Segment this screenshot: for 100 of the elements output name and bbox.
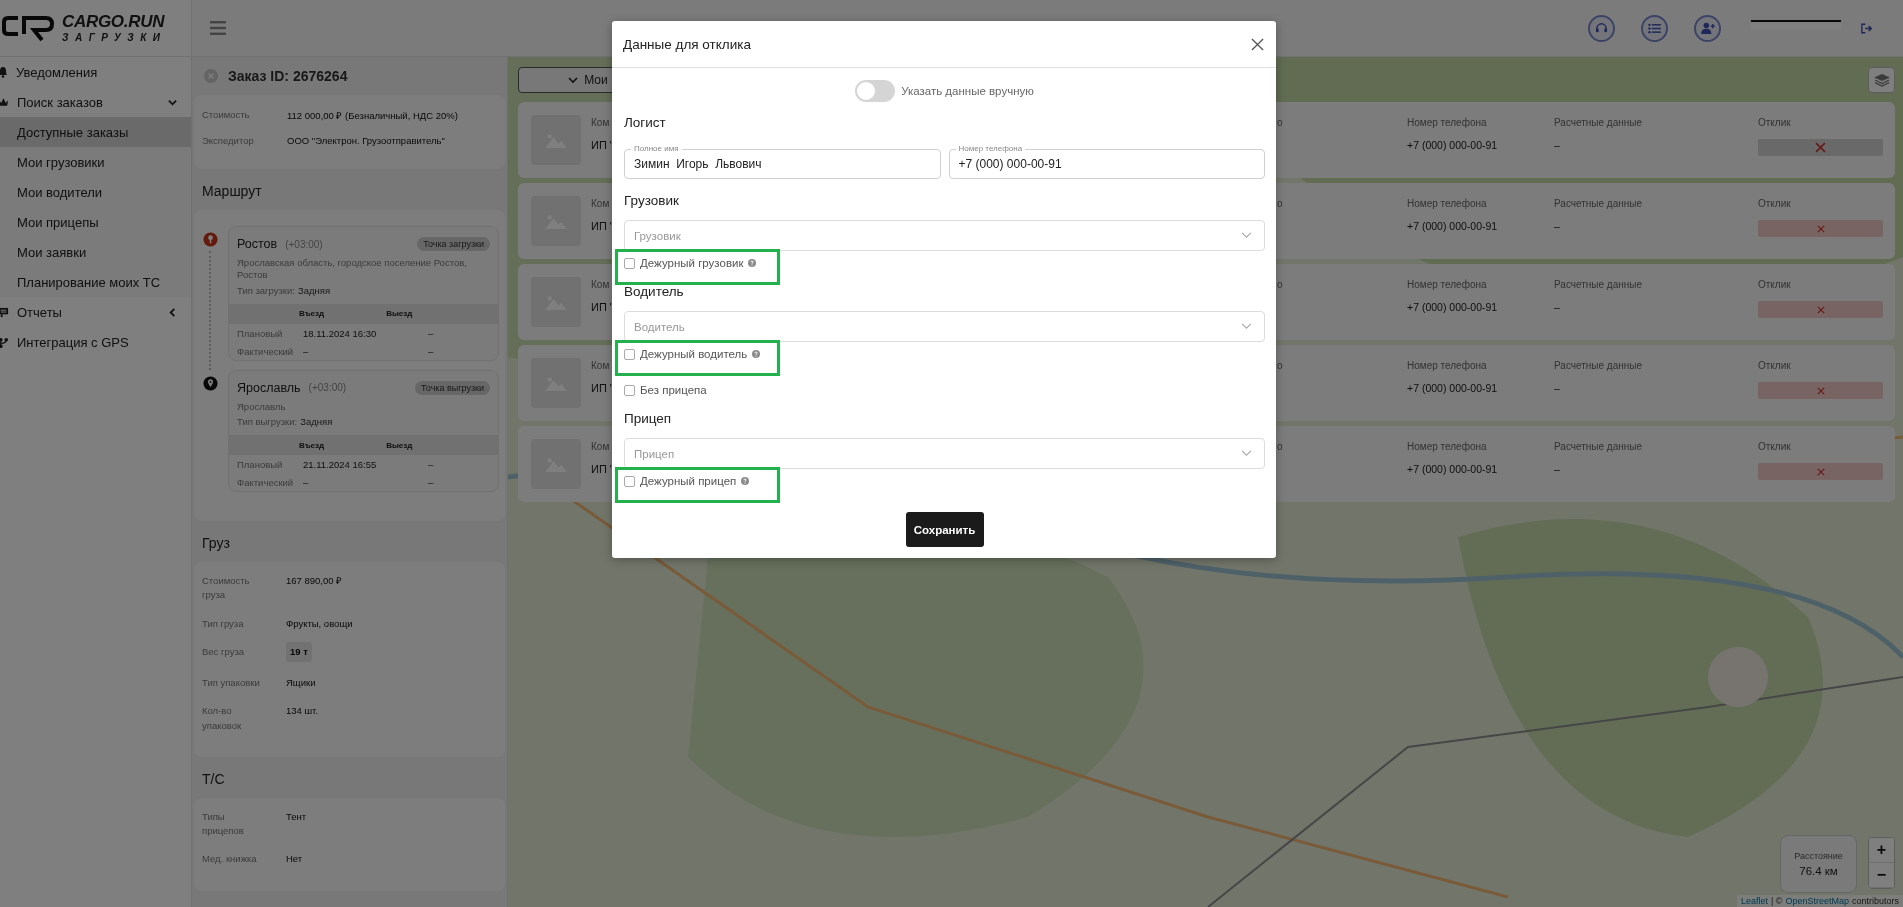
close-icon — [1815, 142, 1826, 153]
pin-icon — [202, 232, 218, 249]
openstreetmap-link[interactable]: OpenStreetMap — [1785, 896, 1849, 906]
select-field[interactable]: Грузовик — [624, 220, 1265, 251]
column-header: Отклик — [1758, 441, 1791, 452]
column-header: о — [1277, 279, 1283, 290]
phone-number: +7 (000) 000-00-91 — [1407, 301, 1498, 313]
field-label: Тип загрузки: — [237, 284, 295, 296]
sidebar-item[interactable]: Мои водители — [0, 177, 191, 207]
checkbox[interactable] — [624, 475, 635, 487]
user-plus-icon — [1700, 22, 1715, 34]
sidebar-item[interactable]: Интеграция с GPS — [0, 327, 191, 357]
field-label: Вес груза — [202, 644, 246, 659]
checkbox[interactable] — [624, 384, 635, 396]
modal-title: Данные для отклика — [623, 36, 751, 52]
save-button[interactable]: Сохранить — [905, 512, 984, 547]
section-heading: Т/С — [201, 769, 226, 789]
checkbox[interactable] — [624, 348, 635, 360]
headset-icon — [1595, 21, 1608, 35]
manual-toggle[interactable] — [855, 80, 896, 102]
sidebar-item[interactable]: Мои грузовики — [0, 147, 191, 177]
field-label: Стоимость груза — [202, 574, 251, 603]
field-value: Ящики — [286, 676, 316, 691]
layers-button[interactable] — [1868, 67, 1895, 93]
section-heading: Прицеп — [624, 411, 673, 427]
close-icon — [1816, 305, 1825, 314]
row-label: Плановый — [237, 459, 284, 471]
row-label: Плановый — [237, 327, 284, 339]
distance-value: 76.4 км — [1799, 865, 1838, 877]
field-label: Тип выгрузки: — [237, 416, 298, 428]
table-cell: – — [1554, 301, 1560, 313]
table-cell-text: 21.11.2024 16:55 — [303, 459, 378, 471]
table-cell-text: – — [303, 477, 310, 489]
column-header: Отклик — [1758, 117, 1791, 128]
logo-icon — [2, 14, 54, 42]
column-header: Номер телефона — [1407, 117, 1487, 128]
table-cell: – — [1554, 382, 1560, 394]
column-header: Ком — [591, 198, 610, 209]
sidebar-item[interactable]: Мои заявки — [0, 237, 191, 267]
column-header: Отклик — [1758, 279, 1791, 290]
table-cell-text: – — [303, 345, 310, 357]
field-label: Стоимость — [202, 109, 251, 122]
network-icon — [0, 336, 9, 348]
column-header: Выезд — [386, 309, 413, 319]
layers-icon — [1872, 73, 1891, 87]
bell-icon — [0, 66, 8, 78]
field-value: Тент — [286, 809, 307, 824]
close-icon — [1816, 386, 1825, 395]
order-title: Заказ ID: 2676264 — [228, 68, 348, 84]
list-button[interactable] — [1641, 14, 1668, 42]
company-name: ИП " — [591, 301, 614, 313]
field-value: 112 000,00 ₽ (Безналичный, НДС 20%) — [287, 109, 458, 122]
column-header: Номер телефона — [1407, 198, 1487, 209]
checkbox[interactable] — [624, 257, 635, 269]
column-header: Ком — [591, 441, 610, 452]
checkbox-label: Дежурный прицеп — [640, 475, 737, 487]
phone-number: +7 (000) 000-00-91 — [1407, 463, 1498, 475]
close-icon[interactable] — [1251, 37, 1264, 51]
decline-button[interactable] — [1758, 139, 1883, 156]
table-cell: – — [428, 345, 434, 357]
city-name: Ярославль — [237, 380, 301, 395]
company-name: ИП " — [591, 139, 614, 151]
column-header: о — [1277, 198, 1283, 209]
select-field[interactable]: Прицеп — [624, 438, 1265, 469]
column-header: Расчетные данные — [1554, 441, 1643, 452]
table-cell: – — [1554, 463, 1560, 475]
zoom-in-button[interactable]: + — [1869, 838, 1894, 863]
add-user-button[interactable] — [1694, 14, 1721, 42]
address: Ярославская область, городское поселение Ростов, Ростов — [236, 256, 468, 282]
table-cell-text: 18.11.2024 16:30 — [303, 327, 378, 339]
field-value: 167 890,00 ₽ — [286, 574, 343, 589]
select-field[interactable]: Водитель — [624, 311, 1265, 342]
field-label: Тип груза — [202, 616, 245, 631]
point-badge: Точка загрузки — [417, 237, 490, 251]
sidebar-item[interactable]: Мои прицепы — [0, 207, 191, 237]
checkbox-label: Дежурный грузовик — [640, 257, 744, 269]
toggle-label: Указать данные вручную — [901, 85, 1034, 97]
support-button[interactable] — [1588, 14, 1615, 42]
chevron-down-icon — [1241, 450, 1252, 457]
field-label: Мед. книжка — [202, 852, 258, 867]
column-header: Отклик — [1758, 360, 1791, 371]
sidebar-item[interactable]: Доступные заказы — [0, 117, 191, 147]
section-heading: Груз — [201, 534, 231, 554]
logout-icon[interactable] — [1861, 22, 1873, 34]
row-label: Фактический — [237, 477, 295, 489]
row-label: Фактический — [237, 345, 295, 357]
sidebar-item[interactable]: Планирование моих ТС — [0, 267, 191, 297]
leaflet-link[interactable]: Leaflet — [1740, 896, 1768, 906]
column-header: Ком — [591, 279, 610, 290]
phone-number: +7 (000) 000-00-91 — [1407, 139, 1498, 151]
close-icon — [1816, 224, 1825, 233]
phone-number: +7 (000) 000-00-91 — [1407, 382, 1498, 394]
city-name: Ростов — [237, 237, 278, 251]
attribution-text: contributors — [1851, 896, 1899, 906]
section-heading: Логист — [624, 115, 667, 131]
logo-subtitle: ЗАГРУЗКИ — [62, 33, 167, 43]
menu-icon[interactable] — [210, 21, 226, 35]
table-cell: – — [428, 477, 434, 489]
column-header: Въезд — [299, 440, 325, 450]
company-name: ИП " — [591, 382, 614, 394]
